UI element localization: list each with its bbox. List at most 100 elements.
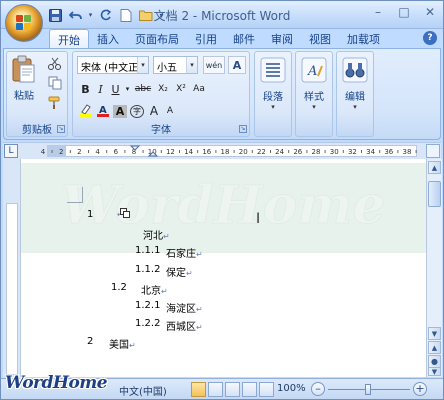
status-language[interactable]: 中文(中国) (119, 383, 167, 398)
ruler-number: 36 (384, 148, 393, 156)
view-ruler-icon[interactable] (426, 144, 440, 158)
clipboard-group: 粘贴 剪贴板 ↘ (6, 51, 68, 137)
strikethrough-button[interactable]: abc (133, 84, 153, 94)
tab-add-ins[interactable]: 加载项 (339, 29, 388, 49)
minimize-button[interactable]: – (371, 5, 385, 19)
office-button[interactable] (5, 4, 43, 42)
chevron-down-icon: ▾ (186, 57, 197, 73)
font-color-button[interactable]: A (96, 103, 110, 120)
paragraph-button[interactable]: 段落 ▾ (259, 56, 287, 111)
full-screen-reading-view-icon[interactable] (208, 382, 223, 397)
clear-formatting-button[interactable]: A (228, 56, 246, 74)
window-controls: – □ ✕ (371, 5, 437, 19)
scroll-up-icon[interactable]: ▲ (428, 161, 441, 174)
binoculars-icon (341, 56, 369, 86)
ruler-number: 34 (366, 148, 375, 156)
highlight-color-button[interactable] (79, 103, 93, 120)
paragraph-group[interactable]: 段落 ▾ (254, 51, 292, 137)
cut-icon[interactable] (47, 57, 63, 71)
zoom-out-icon[interactable]: – (311, 382, 325, 396)
list-item-text: 美国↵ (109, 340, 136, 351)
help-icon[interactable]: ? (423, 31, 437, 45)
list-item-text: 保定↵ (166, 268, 193, 279)
superscript-button[interactable]: X² (173, 84, 189, 94)
vertical-scrollbar[interactable]: ▲ ▼ ▲ ● ▼ (426, 159, 442, 377)
shrink-font-button[interactable]: A (164, 106, 176, 116)
zoom-level[interactable]: 100% (277, 383, 306, 394)
list-number: 1.2.2 (135, 318, 161, 329)
paste-button[interactable]: 粘贴 (11, 55, 37, 102)
ruler-number: 30 (330, 148, 339, 156)
styles-label: 样式 (304, 92, 324, 103)
styles-dropdown-icon: ▾ (312, 103, 316, 111)
bold-button[interactable]: B (79, 83, 92, 96)
list-item-text: 西城区↵ (166, 322, 203, 333)
paragraph-label: 段落 (263, 92, 283, 103)
wordhome-logo: WordHome (5, 373, 108, 393)
list-number: 1 (87, 209, 94, 220)
ruler-number: 2 (77, 148, 81, 156)
font-launcher-icon[interactable]: ↘ (239, 125, 247, 133)
tab-references[interactable]: 引用 (187, 29, 225, 49)
paragraph-mark-icon: ↵ (129, 341, 136, 350)
vertical-ruler (3, 159, 21, 377)
list-options-icon[interactable] (120, 208, 130, 218)
title-bar: ▾ ▾ 文档 2 - Microsoft Word – □ ✕ (1, 1, 443, 29)
maximize-button[interactable]: □ (397, 5, 411, 19)
underline-dropdown-icon[interactable]: ▾ (124, 85, 131, 93)
tab-page-layout[interactable]: 页面布局 (127, 29, 187, 49)
editing-button[interactable]: 编辑 ▾ (341, 56, 369, 111)
list-number: 1.1.1 (135, 245, 161, 256)
zoom-in-icon[interactable]: + (413, 382, 427, 396)
tab-insert[interactable]: 插入 (89, 29, 127, 49)
ruler-number: 2 (59, 148, 63, 156)
font-size-select[interactable]: 小五 ▾ (153, 56, 198, 74)
scroll-down-icon[interactable]: ▼ (428, 327, 441, 340)
paragraph-mark-icon: ↵ (196, 323, 203, 332)
list-item-text: 石家庄↵ (166, 249, 203, 260)
editing-group[interactable]: 编辑 ▾ (336, 51, 374, 137)
list-item-text: 海淀区↵ (166, 304, 203, 315)
next-page-icon[interactable]: ▼ (428, 367, 441, 376)
ruler-number: 12 (166, 148, 175, 156)
print-layout-view-icon[interactable] (191, 382, 206, 397)
tab-review[interactable]: 审阅 (263, 29, 301, 49)
change-case-button[interactable]: Aa (191, 84, 207, 94)
clear-formatting-icon: A (232, 58, 242, 72)
list-number: 2 (87, 336, 94, 347)
clipboard-launcher-icon[interactable]: ↘ (57, 125, 65, 133)
web-layout-view-icon[interactable] (225, 382, 240, 397)
tab-mailings[interactable]: 邮件 (225, 29, 263, 49)
styles-group[interactable]: A 样式 ▾ (295, 51, 333, 137)
font-group: 宋体 (中文正文) ▾ 小五 ▾ wén A B I U ▾ abc X₂ X² (72, 51, 250, 137)
font-name-select[interactable]: 宋体 (中文正文) ▾ (77, 56, 149, 74)
paragraph-dropdown-icon: ▾ (271, 103, 275, 111)
phonetic-guide-button[interactable]: wén (203, 56, 225, 74)
draft-view-icon[interactable] (259, 382, 274, 397)
italic-button[interactable]: I (94, 83, 107, 96)
close-button[interactable]: ✕ (423, 5, 437, 19)
zoom-slider-thumb[interactable] (365, 384, 371, 395)
enclose-character-button[interactable]: 字 (130, 104, 144, 118)
ruler-number: 22 (257, 148, 266, 156)
list-item-text: 北京↵ (141, 286, 168, 297)
styles-button[interactable]: A 样式 ▾ (300, 56, 328, 111)
tab-view[interactable]: 视图 (301, 29, 339, 49)
scroll-thumb[interactable] (428, 181, 441, 207)
paragraph-icon (259, 56, 287, 86)
subscript-button[interactable]: X₂ (155, 84, 171, 94)
editing-dropdown-icon: ▾ (353, 103, 357, 111)
previous-page-icon[interactable]: ▲ (428, 341, 441, 354)
char-shading-button[interactable]: A (113, 104, 127, 118)
styles-icon: A (300, 56, 328, 86)
format-painter-icon[interactable] (47, 96, 63, 110)
ruler-number: 24 (275, 148, 284, 156)
grow-font-button[interactable]: A (147, 104, 161, 118)
tab-home[interactable]: 开始 (49, 29, 89, 49)
horizontal-ruler[interactable]: L 4 2 2 4 6 8 10 12 14 16 18 20 22 24 26 28 30 32 34 36 38 (3, 142, 441, 159)
outline-view-icon[interactable] (242, 382, 257, 397)
underline-button[interactable]: U (109, 83, 122, 96)
list-number: 1.2.1 (135, 300, 161, 311)
copy-icon[interactable] (47, 76, 63, 90)
ruler-number: 38 (403, 148, 412, 156)
